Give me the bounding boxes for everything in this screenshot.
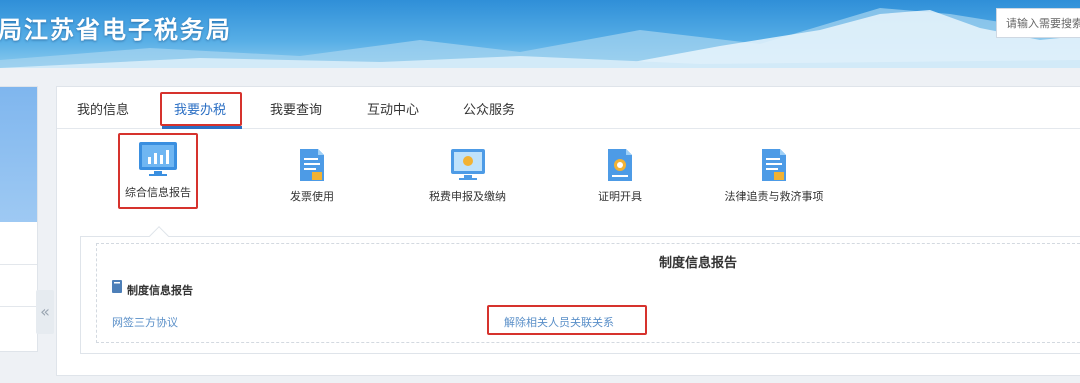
- highlight-box: [118, 133, 198, 209]
- document-icon: [300, 149, 324, 181]
- document-icon: [762, 149, 786, 181]
- highlight-box: [160, 92, 242, 126]
- function-legal-remedy[interactable]: 法律追责与救济事项: [714, 148, 834, 204]
- section-heading: 制度信息报告: [127, 284, 193, 297]
- divider: [0, 264, 37, 265]
- function-label: 证明开具: [598, 190, 642, 203]
- search-input[interactable]: [997, 9, 1080, 37]
- tab-interaction[interactable]: 互动中心: [367, 99, 419, 118]
- search-box[interactable]: [996, 8, 1080, 38]
- function-label: 税费申报及缴纳: [429, 190, 506, 203]
- link-third-party-agreement[interactable]: 网签三方协议: [112, 314, 178, 330]
- submenu-title: 制度信息报告: [659, 256, 738, 271]
- function-label: 法律追责与救济事项: [724, 190, 824, 203]
- book-icon: [112, 280, 122, 293]
- tab-my-info[interactable]: 我的信息: [77, 99, 129, 118]
- highlight-box: [487, 305, 647, 335]
- sidebar-user-card[interactable]: [0, 87, 37, 222]
- header-banner: 局江苏省电子税务局: [0, 0, 1080, 68]
- function-tax-declaration[interactable]: 税费申报及缴纳: [420, 148, 515, 204]
- tab-public-service[interactable]: 公众服务: [463, 99, 515, 118]
- function-label: 发票使用: [290, 190, 334, 203]
- function-invoice-use[interactable]: 发票使用: [272, 148, 352, 204]
- active-tab-indicator: [162, 126, 242, 129]
- function-certificate[interactable]: 证明开具: [580, 148, 660, 204]
- monitor-icon: [450, 149, 485, 180]
- certificate-icon: [608, 149, 632, 181]
- collapse-sidebar-button[interactable]: «: [36, 290, 54, 334]
- sidebar: [0, 86, 38, 352]
- divider: [0, 306, 37, 307]
- tab-query[interactable]: 我要查询: [270, 99, 322, 118]
- site-title: 局江苏省电子税务局: [0, 16, 232, 44]
